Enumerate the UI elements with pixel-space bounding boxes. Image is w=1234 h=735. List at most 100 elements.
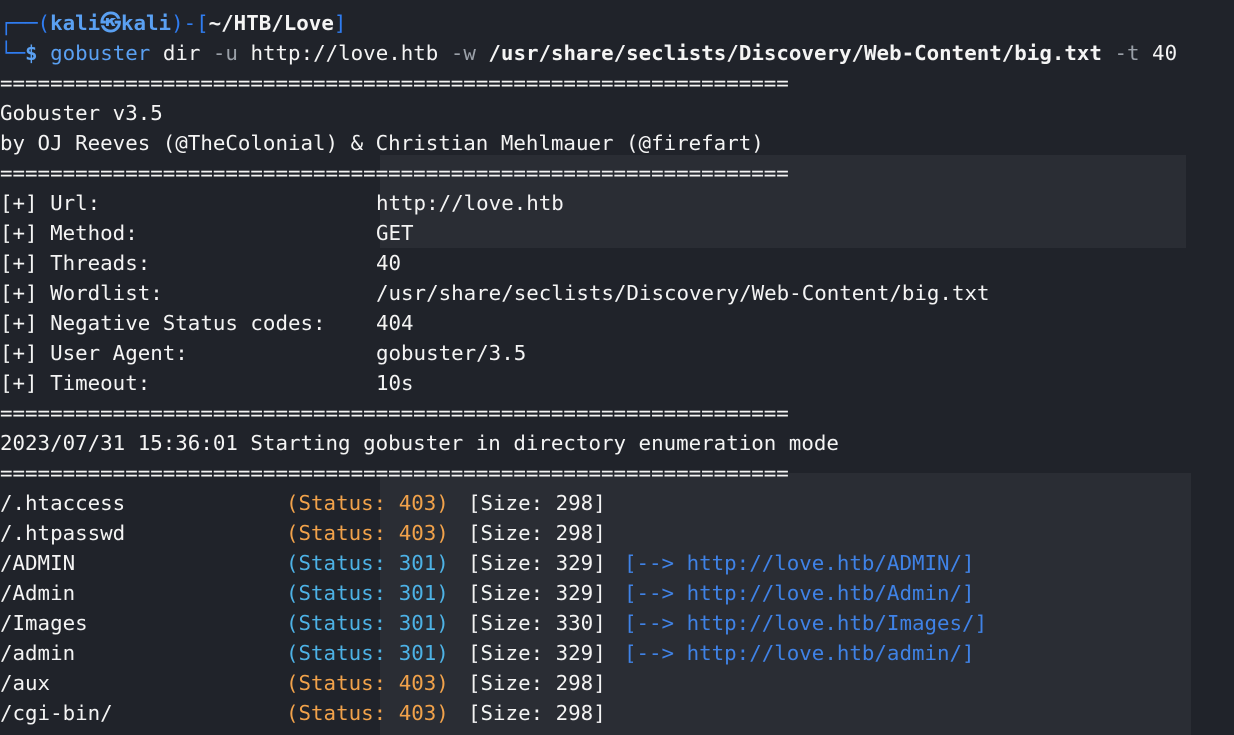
setting-row: [+] User Agent: gobuster/3.5 xyxy=(0,338,1234,368)
result-row: /cgi-bin/ (Status: 403) [Size: 298] xyxy=(0,698,1234,728)
result-status-code: 301) xyxy=(398,581,449,605)
result-row: /.htaccess (Status: 403) [Size: 298] xyxy=(0,488,1234,518)
prompt-at-symbol: ㉿ xyxy=(100,11,121,35)
result-path: /ADMIN xyxy=(0,551,76,575)
result-status-label: (Status: xyxy=(286,521,387,545)
result-path: /cgi-bin/ xyxy=(0,701,113,725)
result-status-code: 403) xyxy=(398,491,449,515)
result-path: /.htaccess xyxy=(0,491,126,515)
setting-row: [+] Threads: 40 xyxy=(0,248,1234,278)
result-redirect-link[interactable]: [--> http://love.htb/Admin/] xyxy=(624,578,975,608)
result-size: [Size: 329] xyxy=(468,581,606,605)
setting-row: [+] Negative Status codes: 404 xyxy=(0,308,1234,338)
result-status: (Status: 301) xyxy=(286,638,449,668)
result-path: /Images xyxy=(0,611,88,635)
result-status: (Status: 301) xyxy=(286,608,449,638)
result-size: [Size: 298] xyxy=(468,671,606,695)
prompt-bracket: )-[ xyxy=(171,11,209,35)
setting-label: [+] Threads: xyxy=(0,251,151,275)
result-status: (Status: 301) xyxy=(286,578,449,608)
setting-value: /usr/share/seclists/Discovery/Web-Conten… xyxy=(376,281,990,305)
prompt-header-line: ┌──(kali㉿kali)-[~/HTB/Love] xyxy=(0,8,346,38)
result-path: /.htpasswd xyxy=(0,521,126,545)
command-flag-threads: -t xyxy=(1114,41,1140,65)
result-row: /admin (Status: 301) [Size: 329] [--> http:… xyxy=(0,638,1234,668)
setting-label: [+] Timeout: xyxy=(0,371,151,395)
prompt-corner: ┌──( xyxy=(0,11,51,35)
command-threads-arg: 40 xyxy=(1152,41,1178,65)
result-status-code: 403) xyxy=(398,671,449,695)
result-status-code: 403) xyxy=(398,521,449,545)
prompt-user: kali xyxy=(50,11,101,35)
command-flag-url: -u xyxy=(212,41,238,65)
result-redirect-link[interactable]: [--> http://love.htb/admin/] xyxy=(624,638,975,668)
command-name: gobuster xyxy=(50,41,151,65)
result-status: (Status: 403) xyxy=(286,668,449,698)
result-row: /.htpasswd (Status: 403) [Size: 298] xyxy=(0,518,1234,548)
setting-row: [+] Timeout: 10s xyxy=(0,368,1234,398)
setting-value: 40 xyxy=(376,251,402,275)
result-redirect-link[interactable]: [--> http://love.htb/ADMIN/] xyxy=(624,548,975,578)
result-status: (Status: 403) xyxy=(286,488,449,518)
result-status-label: (Status: xyxy=(286,671,387,695)
result-status-code: 301) xyxy=(398,641,449,665)
banner-version: Gobuster v3.5 xyxy=(0,101,163,125)
result-row: /ADMIN (Status: 301) [Size: 329] [--> http:… xyxy=(0,548,1234,578)
result-status-label: (Status: xyxy=(286,581,387,605)
setting-value: gobuster/3.5 xyxy=(376,341,527,365)
result-status-label: (Status: xyxy=(286,701,387,725)
result-path: /admin xyxy=(0,641,76,665)
setting-value: GET xyxy=(376,221,414,245)
result-row: /Images (Status: 301) [Size: 330] [--> http… xyxy=(0,608,1234,638)
setting-label: [+] Wordlist: xyxy=(0,281,163,305)
result-row: /aux (Status: 403) [Size: 298] xyxy=(0,668,1234,698)
setting-value: 404 xyxy=(376,311,414,335)
result-size: [Size: 330] xyxy=(468,611,606,635)
setting-value: 10s xyxy=(376,371,414,395)
setting-label: [+] Negative Status codes: xyxy=(0,311,326,335)
command-url-arg: http://love.htb xyxy=(250,41,439,65)
result-status: (Status: 403) xyxy=(286,698,449,728)
prompt-bracket-end: ] xyxy=(333,11,347,35)
result-status-label: (Status: xyxy=(286,551,387,575)
result-status: (Status: 301) xyxy=(286,548,449,578)
result-size: [Size: 298] xyxy=(468,521,606,545)
result-status-code: 301) xyxy=(398,611,449,635)
result-size: [Size: 298] xyxy=(468,701,606,725)
result-size: [Size: 329] xyxy=(468,641,606,665)
setting-label: [+] Url: xyxy=(0,191,101,215)
result-status-label: (Status: xyxy=(286,641,387,665)
setting-label: [+] User Agent: xyxy=(0,341,188,365)
prompt-host: kali xyxy=(120,11,172,35)
result-path: /Admin xyxy=(0,581,76,605)
result-status-code: 403) xyxy=(398,701,449,725)
command-subcommand: dir xyxy=(162,41,201,65)
command-line[interactable]: └─$ gobuster dir -u http://love.htb -w /… xyxy=(0,38,1177,68)
command-flag-wordlist: -w xyxy=(450,41,476,65)
command-wordlist-arg: /usr/share/seclists/Discovery/Web-Conten… xyxy=(488,41,1102,65)
result-status-code: 301) xyxy=(398,551,449,575)
prompt-dollar: $ xyxy=(25,41,38,65)
setting-value: http://love.htb xyxy=(376,191,564,215)
prompt-corner-bottom: └─ xyxy=(0,41,26,65)
start-message: 2023/07/31 15:36:01 Starting gobuster in… xyxy=(0,431,839,455)
setting-row: [+] Method: GET xyxy=(0,218,1234,248)
result-redirect-link[interactable]: [--> http://love.htb/Images/] xyxy=(624,608,987,638)
separator-line: ========================================… xyxy=(0,71,789,95)
result-status-label: (Status: xyxy=(286,611,387,635)
banner-authors: by OJ Reeves (@TheColonial) & Christian … xyxy=(0,131,764,155)
result-path: /aux xyxy=(0,671,51,695)
result-status: (Status: 403) xyxy=(286,518,449,548)
setting-row: [+] Wordlist: /usr/share/seclists/Discove… xyxy=(0,278,1234,308)
separator-line: ========================================… xyxy=(0,461,789,485)
prompt-path: ~/HTB/Love xyxy=(208,11,334,35)
result-row: /Admin (Status: 301) [Size: 329] [--> http:… xyxy=(0,578,1234,608)
result-size: [Size: 298] xyxy=(468,491,606,515)
result-size: [Size: 329] xyxy=(468,551,606,575)
setting-label: [+] Method: xyxy=(0,221,138,245)
separator-line: ========================================… xyxy=(0,401,789,425)
result-status-label: (Status: xyxy=(286,491,387,515)
setting-row: [+] Url: http://love.htb xyxy=(0,188,1234,218)
separator-line: ========================================… xyxy=(0,161,789,185)
terminal-window[interactable]: ┌──(kali㉿kali)-[~/HTB/Love] └─$ gobuster… xyxy=(0,0,1234,735)
